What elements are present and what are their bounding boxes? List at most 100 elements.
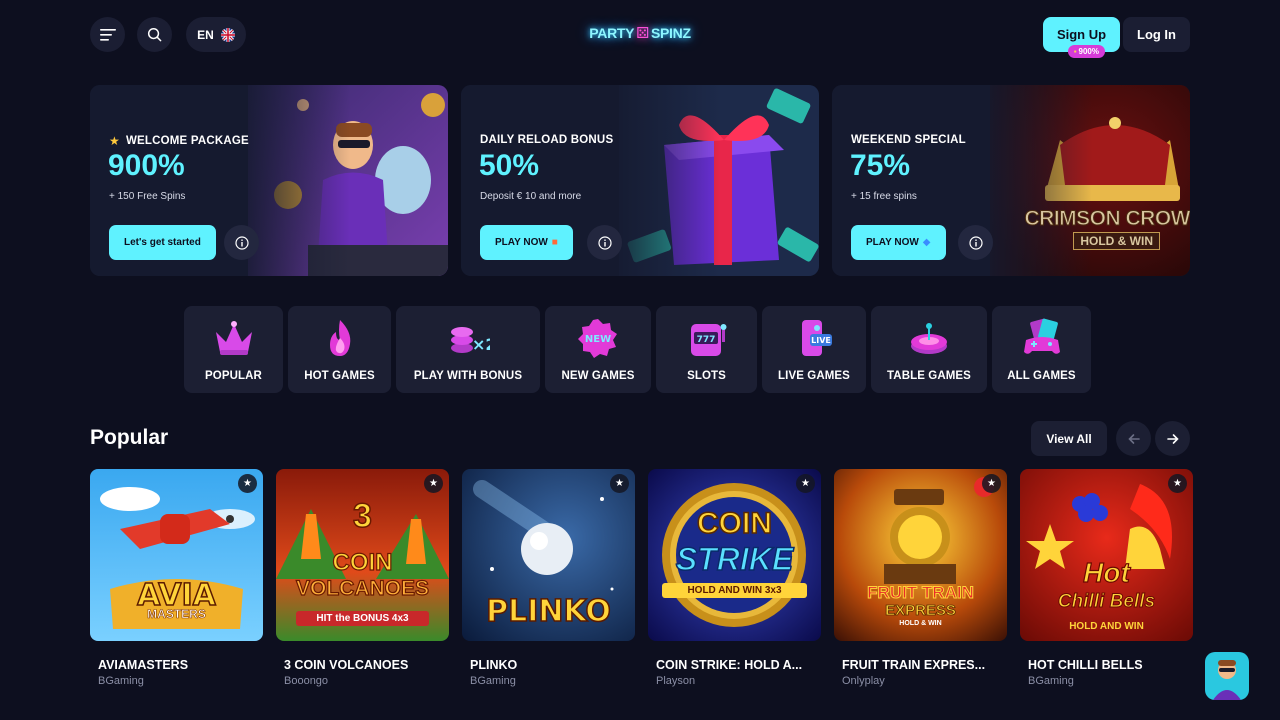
game-card[interactable]: AVIA MASTERS ★ AVIAMASTERS BGaming xyxy=(90,469,263,687)
gamepad-cards-icon xyxy=(1023,318,1060,354)
promo-label: ★ WELCOME PACKAGE xyxy=(109,134,249,148)
game-art-subtitle: Chilli Bells xyxy=(1057,591,1156,613)
category-table-games[interactable]: TABLE GAMES xyxy=(871,306,987,393)
promo-weekend-special[interactable]: CRIMSON CROW HOLD & WIN WEEKEND SPECIAL … xyxy=(832,85,1190,276)
search-button[interactable] xyxy=(137,17,172,52)
logo-text-left: PARTY xyxy=(589,25,635,41)
category-slots[interactable]: 777 SLOTS xyxy=(656,306,757,393)
arrow-right-icon xyxy=(1166,433,1179,444)
dice-icon: ⚄ xyxy=(636,25,649,42)
game-art-title: FRUIT TRAIN xyxy=(867,583,975,603)
category-label: HOT GAMES xyxy=(304,370,375,382)
game-card[interactable]: COIN STRIKE HOLD AND WIN 3x3 ★ COIN STRI… xyxy=(648,469,821,687)
carousel-prev-button[interactable] xyxy=(1116,421,1151,456)
promo-info-button[interactable] xyxy=(958,225,993,260)
game-art-tag: HOLD AND WIN 3x3 xyxy=(662,583,807,598)
section-title-popular: Popular xyxy=(90,426,169,449)
promo-label-text: WELCOME PACKAGE xyxy=(125,135,249,147)
support-chat-button[interactable] xyxy=(1205,652,1249,700)
game-name: AVIAMASTERS xyxy=(98,658,189,672)
promo-banners: ★ WELCOME PACKAGE 900% + 150 Free Spins … xyxy=(90,85,1190,276)
play-now-button[interactable]: PLAY NOW ■ xyxy=(480,225,573,260)
promo-daily-reload[interactable]: DAILY RELOAD BONUS 50% Deposit € 10 and … xyxy=(461,85,819,276)
carousel-next-button[interactable] xyxy=(1155,421,1190,456)
game-card[interactable]: 3 COIN VOLCANOES HIT the BONUS 4x3 ★ 3 C… xyxy=(276,469,449,687)
language-selector[interactable]: EN xyxy=(186,17,246,52)
promo-welcome-package[interactable]: ★ WELCOME PACKAGE 900% + 150 Free Spins … xyxy=(90,85,448,276)
category-label: ALL GAMES xyxy=(1007,370,1076,382)
category-label: LIVE GAMES xyxy=(778,370,850,382)
login-button[interactable]: Log In xyxy=(1123,17,1190,52)
game-art-tag: HOLD & WIN xyxy=(899,620,942,627)
favorite-button[interactable]: ★ xyxy=(424,474,443,493)
lets-get-started-button[interactable]: Let's get started xyxy=(109,225,216,260)
category-label: TABLE GAMES xyxy=(887,370,971,382)
logo-text-right: SPINZ xyxy=(650,25,691,41)
game-thumbnail[interactable]: PLINKO ★ xyxy=(462,469,635,641)
game-art-title: PLINKO xyxy=(485,594,611,629)
language-code: EN xyxy=(197,27,214,42)
play-now-button[interactable]: PLAY NOW ◆ xyxy=(851,225,946,260)
game-art-subtitle: VOLCANOES xyxy=(295,576,429,600)
category-play-with-bonus[interactable]: ×2 PLAY WITH BONUS xyxy=(396,306,540,393)
game-card[interactable]: Hot Chilli Bells HOLD AND WIN ★ HOT CHIL… xyxy=(1020,469,1193,687)
hamburger-icon xyxy=(99,28,116,41)
diamond-icon: ◆ xyxy=(922,237,931,248)
game-art-tag: HOLD AND WIN xyxy=(1069,621,1144,632)
game-card[interactable]: PLINKO ★ PLINKO BGaming xyxy=(462,469,635,687)
avatar-icon xyxy=(1205,652,1249,700)
game-thumbnail[interactable]: AVIA MASTERS ★ xyxy=(90,469,263,641)
promo-label: WEEKEND SPECIAL xyxy=(851,134,966,146)
star-icon: ★ xyxy=(1173,478,1182,489)
category-all-games[interactable]: ALL GAMES xyxy=(992,306,1091,393)
promo-info-button[interactable] xyxy=(587,225,622,260)
game-thumbnail[interactable]: Hot Chilli Bells HOLD AND WIN ★ xyxy=(1020,469,1193,641)
info-icon xyxy=(234,235,249,250)
promo-button-label: PLAY NOW xyxy=(495,237,548,248)
star-icon: ★ xyxy=(429,478,438,489)
favorite-button[interactable]: ★ xyxy=(1168,474,1187,493)
promo-button-label: PLAY NOW xyxy=(866,237,919,248)
game-provider: BGaming xyxy=(98,675,144,687)
favorite-button[interactable]: ★ xyxy=(982,474,1001,493)
gift-icon: ▪ xyxy=(1073,47,1077,56)
game-provider: BGaming xyxy=(470,675,516,687)
favorite-button[interactable]: ★ xyxy=(796,474,815,493)
category-new-games[interactable]: NEW NEW GAMES xyxy=(545,306,651,393)
game-thumbnail[interactable]: COIN STRIKE HOLD AND WIN 3x3 ★ xyxy=(648,469,821,641)
menu-button[interactable] xyxy=(90,17,125,52)
game-provider: Playson xyxy=(656,675,696,687)
view-all-button[interactable]: View All xyxy=(1031,421,1107,456)
category-hot-games[interactable]: HOT GAMES xyxy=(288,306,391,393)
game-provider: BGaming xyxy=(1028,675,1074,687)
category-label: POPULAR xyxy=(205,370,262,382)
favorite-button[interactable]: ★ xyxy=(610,474,629,493)
star-icon: ★ xyxy=(243,478,252,489)
promo-info-button[interactable] xyxy=(224,225,259,260)
category-label: SLOTS xyxy=(687,370,726,382)
site-logo[interactable]: PARTY ⚄ SPINZ xyxy=(589,24,691,42)
category-popular[interactable]: POPULAR xyxy=(184,306,283,393)
category-label: PLAY WITH BONUS xyxy=(413,370,523,382)
star-icon: ★ xyxy=(615,478,624,489)
game-art-subtitle: STRIKE xyxy=(675,540,794,578)
category-live-games[interactable]: LIVE LIVE GAMES xyxy=(762,306,866,393)
star-icon: ★ xyxy=(109,134,120,148)
arrow-left-icon xyxy=(1127,433,1140,444)
game-art-tag: HIT the BONUS 4x3 xyxy=(296,611,429,626)
game-thumbnail[interactable]: FRUIT TRAIN EXPRESS HOLD & WIN ★ xyxy=(834,469,1007,641)
game-provider: Booongo xyxy=(284,675,329,687)
game-card[interactable]: FRUIT TRAIN EXPRESS HOLD & WIN ★ FRUIT T… xyxy=(834,469,1007,687)
favorite-button[interactable]: ★ xyxy=(238,474,257,493)
roulette-icon xyxy=(911,323,947,354)
info-icon xyxy=(968,235,983,250)
game-art-subtitle: EXPRESS xyxy=(885,602,957,620)
promo-sub: Deposit € 10 and more xyxy=(480,191,582,202)
game-art-title: COIN xyxy=(696,506,773,541)
game-thumbnail[interactable]: 3 COIN VOLCANOES HIT the BONUS 4x3 ★ xyxy=(276,469,449,641)
promo-sub: + 150 Free Spins xyxy=(109,191,186,202)
game-name: 3 COIN VOLCANOES xyxy=(284,658,409,672)
header: EN PARTY ⚄ SPINZ Sign Up ▪ 900% Log In xyxy=(90,17,1190,58)
game-art-title: COIN xyxy=(332,548,393,576)
game-categories: POPULAR HOT GAMES ×2 PLAY WITH BONUS NEW… xyxy=(184,306,1091,393)
